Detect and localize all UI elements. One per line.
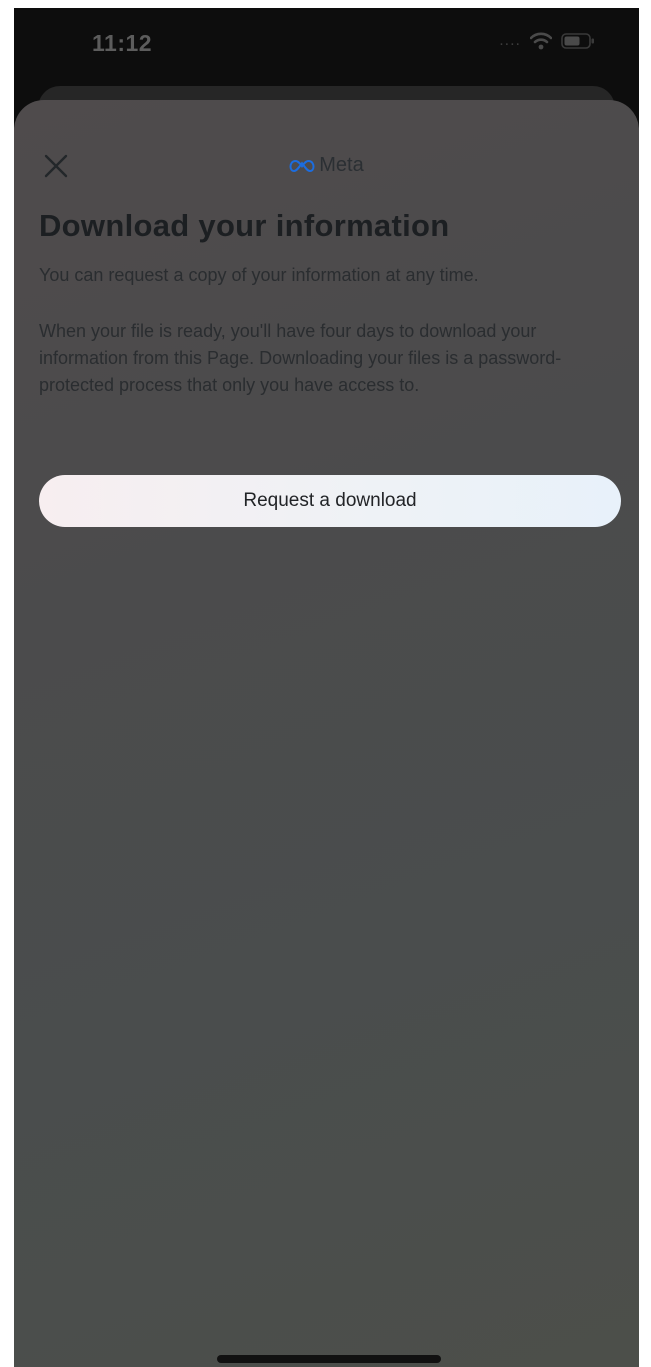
request-download-button[interactable]: Request a download (39, 475, 621, 527)
wifi-icon (530, 32, 552, 50)
phone-screen: 11:12 .... Meta Download your informatio… (14, 8, 639, 1367)
download-info-sheet: Meta Download your information You can r… (14, 100, 639, 1367)
meta-infinity-icon (289, 159, 315, 172)
status-time: 11:12 (92, 30, 153, 56)
status-icons: .... (499, 32, 595, 50)
battery-icon (561, 33, 594, 49)
detail-text: When your file is ready, you'll have fou… (39, 321, 562, 395)
home-indicator[interactable] (217, 1355, 441, 1363)
status-bar: 11:12 .... (14, 8, 639, 88)
meta-brand-label: Meta (319, 154, 364, 176)
meta-brand: Meta (14, 154, 639, 177)
page-title: Download your information (39, 208, 450, 243)
signal-icon: .... (499, 32, 521, 49)
intro-text: You can request a copy of your informati… (39, 265, 479, 285)
